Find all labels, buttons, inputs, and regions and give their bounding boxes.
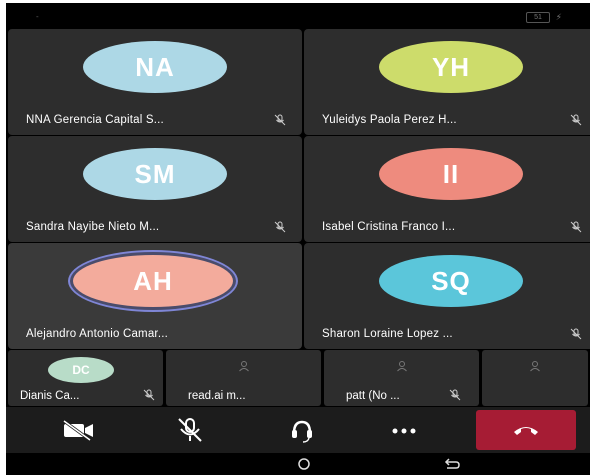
participant-tile[interactable]: SM Sandra Nayibe Nieto M...	[8, 136, 302, 242]
participant-tile-active-speaker[interactable]: AH Alejandro Antonio Camar...	[8, 243, 302, 349]
participant-grid: NA NNA Gerencia Capital S... YH Yuleidys…	[6, 29, 590, 349]
participant-name: Isabel Cristina Franco I...	[322, 221, 456, 233]
avatar: SM	[83, 148, 227, 200]
call-controls	[6, 407, 590, 453]
home-icon[interactable]	[294, 456, 314, 472]
mic-off-icon	[570, 221, 582, 233]
person-icon	[397, 361, 407, 372]
avatar: YH	[379, 41, 523, 93]
participant-tile[interactable]: SQ Sharon Loraine Lopez ...	[304, 243, 590, 349]
small-participant-tile[interactable]: DC Dianis Ca...	[8, 350, 163, 406]
person-icon	[530, 361, 540, 372]
mic-off-icon	[143, 389, 155, 401]
participant-name: Dianis Ca...	[20, 390, 80, 402]
hang-up-button[interactable]	[476, 410, 576, 450]
person-icon	[239, 361, 249, 372]
mic-off-icon	[570, 114, 582, 126]
avatar: NA	[83, 41, 227, 93]
camera-off-icon[interactable]	[58, 415, 98, 445]
participant-tile[interactable]: YH Yuleidys Paola Perez H...	[304, 29, 590, 135]
status-dot: -	[36, 12, 39, 21]
participant-tile[interactable]: NA NNA Gerencia Capital S...	[8, 29, 302, 135]
small-participant-tile[interactable]: read.ai m...	[166, 350, 321, 406]
small-participant-tile[interactable]	[482, 350, 588, 406]
mic-off-icon	[274, 221, 286, 233]
mic-off-icon	[274, 114, 286, 126]
participant-name: Yuleidys Paola Perez H...	[322, 114, 457, 126]
small-participant-tile[interactable]: patt (No ...	[324, 350, 479, 406]
more-options-icon[interactable]	[384, 415, 424, 445]
mic-off-icon[interactable]	[170, 415, 210, 445]
participant-name: Alejandro Antonio Camar...	[26, 328, 169, 340]
avatar: II	[379, 148, 523, 200]
battery-icon: 51	[526, 12, 550, 23]
mic-off-icon	[449, 389, 461, 401]
phone-screen: - 51 ⚡ NA NNA Gerencia Capital S... YH Y…	[6, 3, 590, 475]
headset-icon[interactable]	[282, 415, 322, 445]
avatar: DC	[48, 357, 114, 383]
mic-off-icon	[570, 328, 582, 340]
participant-name: read.ai m...	[188, 390, 246, 402]
android-nav-bar	[6, 453, 590, 475]
avatar: AH	[73, 255, 233, 307]
battery-level: 51	[534, 14, 542, 21]
avatar: SQ	[379, 255, 523, 307]
back-icon[interactable]	[442, 456, 462, 472]
participant-strip: DC Dianis Ca... read.ai m... patt (No ..…	[6, 350, 590, 406]
status-bar: - 51 ⚡	[6, 3, 590, 29]
participant-name: NNA Gerencia Capital S...	[26, 114, 164, 126]
charging-icon: ⚡	[555, 12, 562, 22]
participant-name: Sandra Nayibe Nieto M...	[26, 221, 160, 233]
participant-name: patt (No ...	[346, 390, 400, 402]
participant-tile[interactable]: II Isabel Cristina Franco I...	[304, 136, 590, 242]
participant-name: Sharon Loraine Lopez ...	[322, 328, 453, 340]
phone-hangup-icon	[514, 427, 538, 435]
